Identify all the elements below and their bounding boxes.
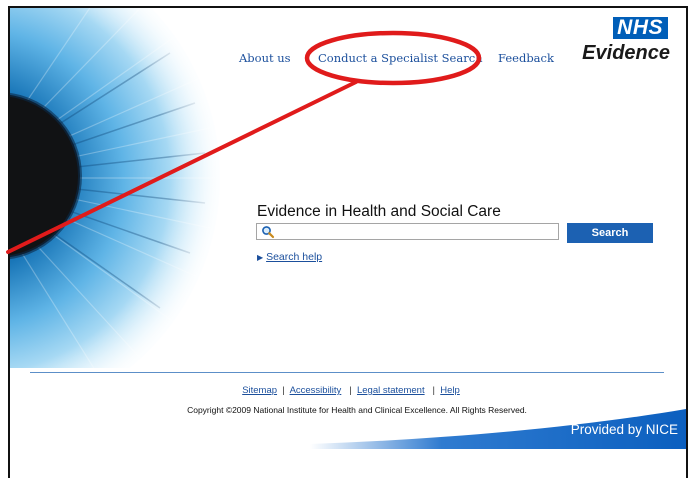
search-help-label[interactable]: Search help	[266, 251, 322, 263]
nav-about-us[interactable]: About us	[239, 51, 291, 65]
footer-accessibility-link[interactable]: Accessibility	[290, 385, 342, 396]
nav-feedback[interactable]: Feedback	[498, 51, 554, 65]
footer-divider	[30, 372, 664, 373]
search-icon	[262, 226, 275, 239]
eye-hero-image	[10, 8, 225, 368]
search-input[interactable]	[279, 224, 555, 239]
footer-links: Sitemap | Accessibility | Legal statemen…	[242, 385, 460, 396]
triangle-right-icon: ▶	[257, 253, 264, 262]
provided-by-nice: Provided by NICE	[570, 422, 678, 437]
search-button[interactable]: Search	[567, 223, 653, 243]
page-title: Evidence in Health and Social Care	[257, 203, 501, 220]
footer-legal-link[interactable]: Legal statement	[357, 385, 425, 396]
search-box[interactable]	[256, 223, 559, 240]
nav-specialist-search[interactable]: Conduct a Specialist Search	[318, 51, 483, 65]
browser-page: About us Conduct a Specialist Search Fee…	[8, 6, 688, 478]
footer-help-link[interactable]: Help	[440, 385, 460, 396]
evidence-wordmark: Evidence	[582, 42, 670, 64]
search-help-link[interactable]: ▶ Search help	[257, 251, 322, 263]
nhs-logo[interactable]: NHS	[613, 17, 668, 39]
footer-sitemap-link[interactable]: Sitemap	[242, 385, 277, 396]
